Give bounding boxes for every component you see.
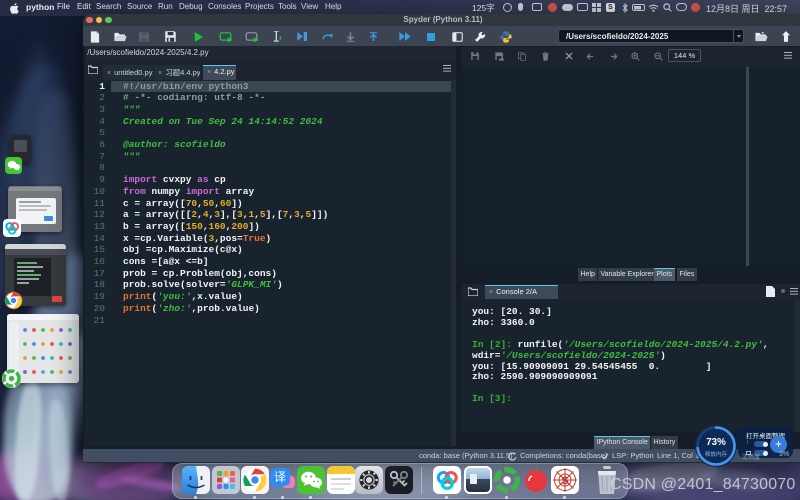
svg-text:73%: 73% [706,437,726,448]
svg-text:释放内存: 释放内存 [705,450,728,458]
svg-text:S: S [561,475,568,487]
